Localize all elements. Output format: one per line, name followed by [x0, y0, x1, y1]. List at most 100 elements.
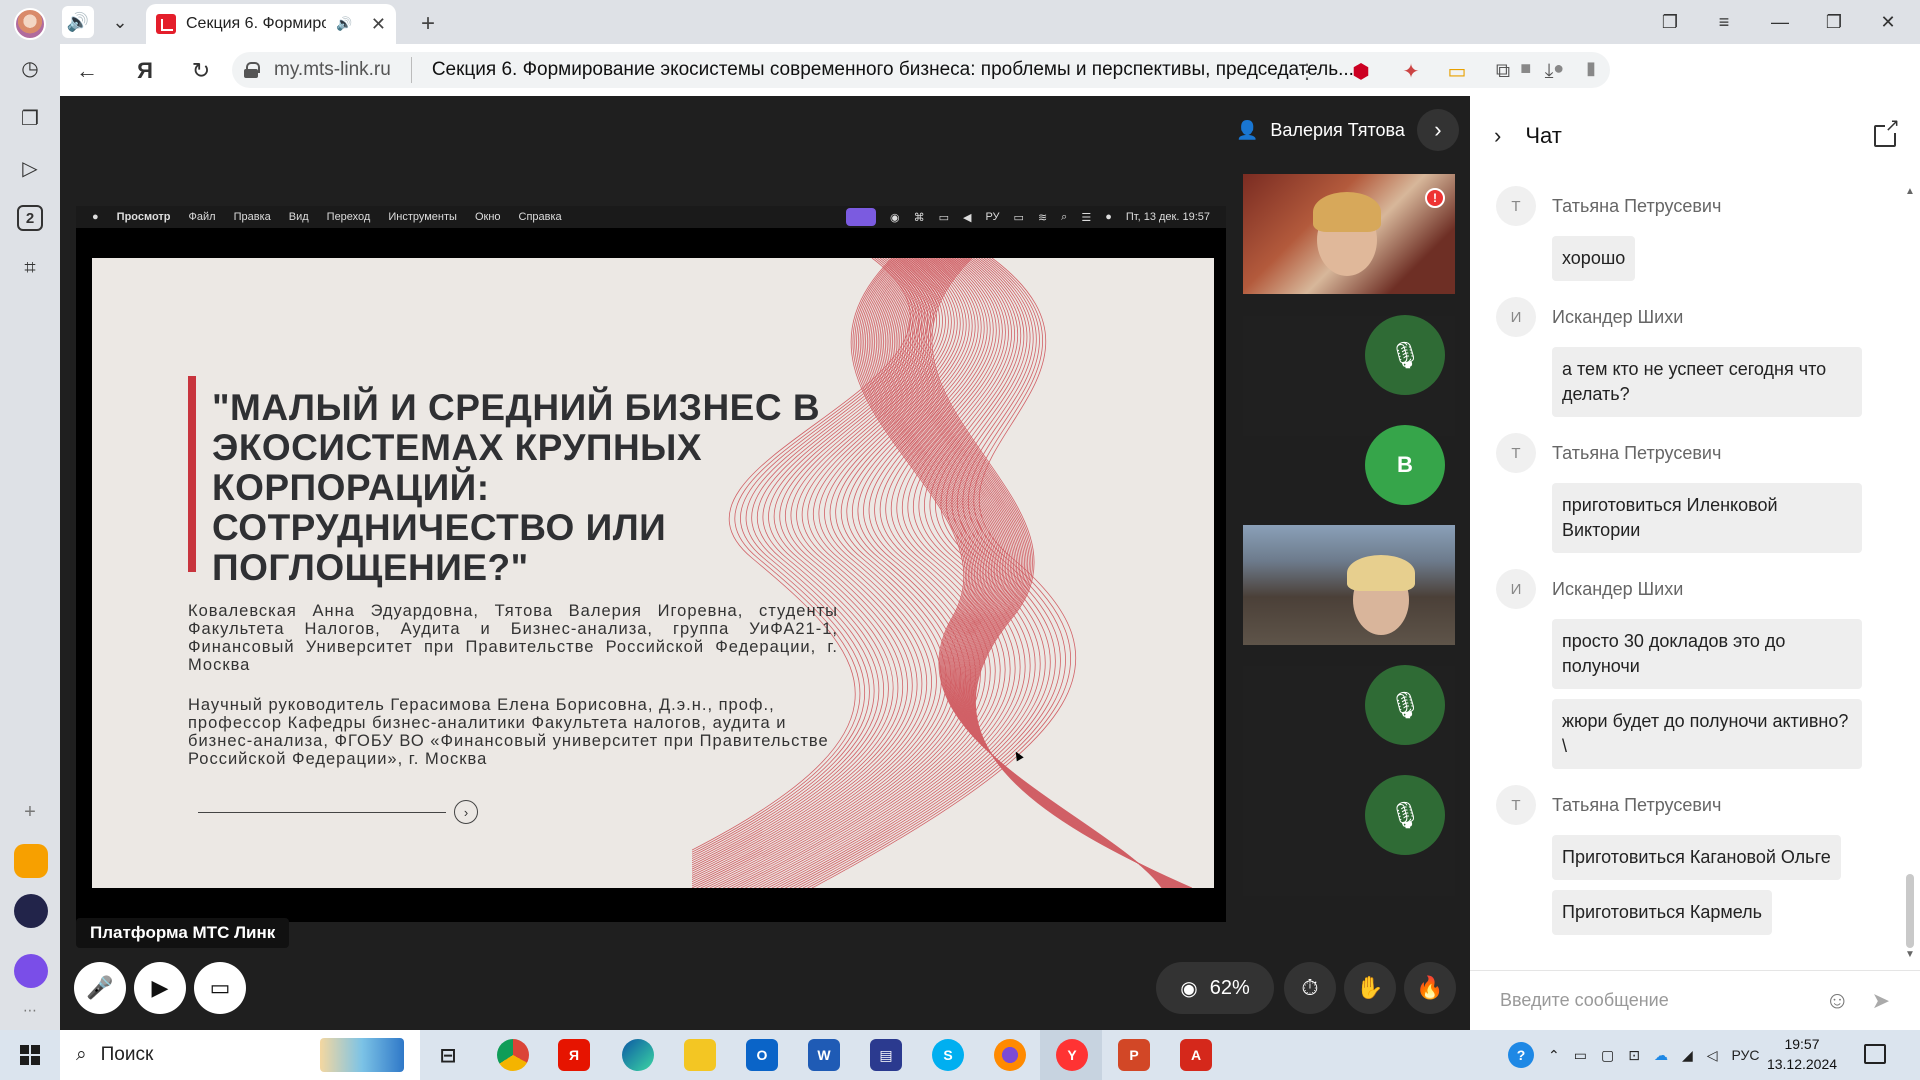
- popout-icon[interactable]: [1874, 117, 1901, 147]
- mac-menu-item: Справка: [518, 211, 562, 223]
- timer-button[interactable]: ⏱: [1284, 962, 1336, 1014]
- file-explorer-icon[interactable]: [684, 1039, 716, 1071]
- collections-icon[interactable]: ❐: [14, 102, 46, 134]
- screen-share-button[interactable]: ▭: [194, 962, 246, 1014]
- edge-icon[interactable]: [622, 1039, 654, 1071]
- search-icon: ⌕: [1061, 210, 1068, 223]
- history-icon[interactable]: ◷: [14, 52, 46, 84]
- chat-message[interactable]: а тем кто не успеет сегодня что делать?: [1552, 347, 1862, 417]
- camera-indicator-icon[interactable]: ■: [1520, 58, 1531, 79]
- meet-icon[interactable]: ▢: [1601, 1047, 1614, 1064]
- page-title: Секция 6. Формирование экосистемы соврем…: [431, 59, 1354, 80]
- downloads-icon[interactable]: ⤓: [1534, 56, 1564, 86]
- messenger-app-icon[interactable]: [14, 954, 48, 988]
- word-icon[interactable]: W: [808, 1039, 840, 1071]
- back-button[interactable]: ←: [70, 54, 104, 88]
- chat-message[interactable]: жюри будет до полуночи активно?\: [1552, 699, 1862, 769]
- tab-close-icon[interactable]: ✕: [371, 14, 386, 35]
- extension-icon[interactable]: ✦: [1396, 56, 1426, 86]
- profile-avatar[interactable]: [14, 8, 46, 40]
- alice-app-icon[interactable]: [14, 894, 48, 928]
- collapse-chat-icon[interactable]: ›: [1494, 123, 1501, 149]
- search-icon: ⌕: [76, 1044, 87, 1065]
- address-bar: ← Я ↻ my.mts-link.ru Секция 6. Формирова…: [60, 44, 1920, 96]
- yandex-browser-icon[interactable]: Я: [558, 1039, 590, 1071]
- volume-tray-icon[interactable]: ◁: [1707, 1047, 1718, 1064]
- active-tab[interactable]: Секция 6. Формиро 🔊 ✕: [146, 4, 396, 44]
- yandex-app-icon[interactable]: Y: [1056, 1039, 1088, 1071]
- video-play-icon[interactable]: ▷: [14, 152, 46, 184]
- show-hidden-icons-icon[interactable]: ⌃: [1548, 1047, 1560, 1064]
- chat-author-name: Искандер Шихи: [1552, 578, 1684, 599]
- minimize-button[interactable]: —: [1758, 6, 1802, 38]
- taskbar-search[interactable]: ⌕ Поиск: [60, 1030, 420, 1080]
- reactions-button[interactable]: 🔥: [1404, 962, 1456, 1014]
- chat-message[interactable]: Приготовиться Кагановой Ольге: [1552, 835, 1841, 880]
- yandex-home-icon[interactable]: Я: [128, 54, 162, 88]
- screenshot-icon[interactable]: ⌗: [14, 252, 46, 284]
- scroll-down-icon[interactable]: ▼: [1905, 949, 1915, 960]
- camera-button[interactable]: ▶: [134, 962, 186, 1014]
- onedrive-icon[interactable]: ☁: [1654, 1047, 1668, 1064]
- current-speaker[interactable]: 👤 Валерия Тятова ›: [1236, 109, 1459, 151]
- reload-icon[interactable]: ↻: [184, 54, 218, 88]
- close-window-button[interactable]: ✕: [1866, 6, 1910, 38]
- scroll-thumb[interactable]: [1906, 874, 1914, 948]
- chat-message-group: Т Татьяна Петрусевич Приготовиться Каганов…: [1470, 785, 1900, 935]
- tabs-count-icon[interactable]: 2: [14, 202, 46, 234]
- mic-button[interactable]: 🎤: [74, 962, 126, 1014]
- tab-audio-icon[interactable]: 🔊: [336, 16, 352, 32]
- tabs-dropdown-icon[interactable]: ⌄: [104, 6, 136, 38]
- chrome-icon[interactable]: [497, 1039, 529, 1071]
- chat-message[interactable]: хорошо: [1552, 236, 1636, 281]
- clock-time: 19:57: [1784, 1036, 1820, 1052]
- help-icon[interactable]: ?: [1508, 1042, 1534, 1068]
- network-icon[interactable]: ◢: [1682, 1047, 1693, 1064]
- battery-tray-icon[interactable]: ▭: [1574, 1047, 1587, 1064]
- chat-message[interactable]: просто 30 докладов это до полуночи: [1552, 619, 1862, 689]
- status-icon: ⌘: [913, 211, 925, 224]
- siri-icon: ●: [1105, 211, 1112, 223]
- send-icon[interactable]: ➤: [1872, 988, 1890, 1014]
- notifications-icon[interactable]: [1864, 1044, 1886, 1064]
- add-panel-icon[interactable]: +: [14, 796, 46, 828]
- participant-video-2[interactable]: [1243, 525, 1455, 645]
- mac-menu-item: Инструменты: [388, 211, 457, 223]
- participant-video-1[interactable]: !: [1243, 174, 1455, 294]
- task-view-icon[interactable]: ⊟: [432, 1039, 464, 1071]
- tab-sound-icon[interactable]: 🔊: [62, 6, 94, 38]
- sidebar-more-icon[interactable]: ⋯: [14, 994, 46, 1026]
- more-icon[interactable]: ⋮: [1292, 56, 1322, 86]
- mail-app-icon[interactable]: [14, 844, 48, 878]
- chat-message[interactable]: Приготовиться Кармель: [1552, 890, 1773, 935]
- extensions-icon[interactable]: ⧉: [1488, 56, 1518, 86]
- chat-message[interactable]: приготовиться Иленковой Виктории: [1552, 483, 1862, 553]
- app-icon[interactable]: ▤: [870, 1039, 902, 1071]
- scroll-up-icon[interactable]: ▲: [1905, 186, 1915, 197]
- chat-scrollbar[interactable]: ▲ ▼: [1904, 186, 1916, 960]
- chat-message-list[interactable]: Т Татьяна Петрусевич хорошо И Искандер Шихи а…: [1470, 186, 1900, 956]
- outlook-icon[interactable]: O: [746, 1039, 778, 1071]
- restore-button[interactable]: ❐: [1812, 6, 1856, 38]
- menu-icon[interactable]: ≡: [1702, 6, 1746, 38]
- new-tab-button[interactable]: +: [412, 8, 444, 40]
- shield-extension-icon[interactable]: ⬢: [1346, 56, 1376, 86]
- screen-icon[interactable]: ⊡: [1628, 1047, 1640, 1064]
- emoji-icon[interactable]: ☺: [1825, 987, 1850, 1015]
- participant-avatar[interactable]: В: [1365, 425, 1445, 505]
- skype-icon[interactable]: S: [932, 1039, 964, 1071]
- bookmarks-panel-icon[interactable]: ❐: [1648, 6, 1692, 38]
- chat-message-input[interactable]: [1500, 990, 1826, 1011]
- battery-extension-icon[interactable]: ▭: [1442, 56, 1472, 86]
- language-indicator[interactable]: РУС: [1732, 1047, 1760, 1063]
- acrobat-icon[interactable]: A: [1180, 1039, 1212, 1071]
- taskbar-clock[interactable]: 19:57 13.12.2024: [1762, 1034, 1842, 1074]
- views-indicator[interactable]: ◉ 62%: [1156, 962, 1274, 1014]
- bookmark-icon[interactable]: ▮: [1586, 58, 1596, 79]
- next-speaker-icon[interactable]: ›: [1416, 109, 1459, 151]
- firefox-icon[interactable]: [994, 1039, 1026, 1071]
- raise-hand-button[interactable]: ✋: [1344, 962, 1396, 1014]
- screen-share: ● Просмотр Файл Правка Вид Переход Инстр…: [76, 206, 1226, 922]
- start-button[interactable]: [0, 1030, 60, 1080]
- powerpoint-icon[interactable]: P: [1118, 1039, 1150, 1071]
